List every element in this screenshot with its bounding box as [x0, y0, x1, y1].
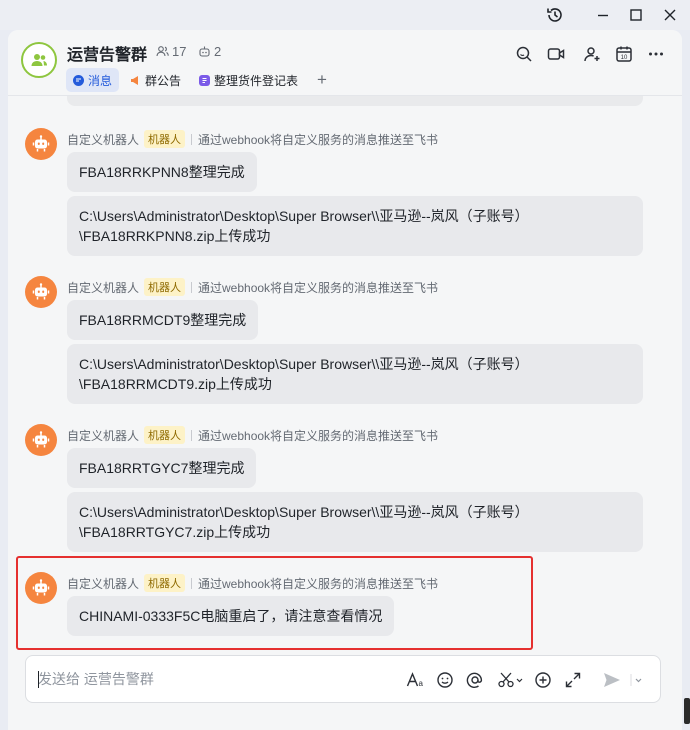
member-icon — [156, 46, 169, 57]
robot-icon — [32, 283, 50, 300]
message-header: 自定义机器人 机器人 通过webhook将自定义服务的消息推送至飞书 — [67, 278, 438, 296]
bot-description: 通过webhook将自定义服务的消息推送至飞书 — [198, 132, 439, 147]
message-bubble[interactable]: FBA18RRTGYC7整理完成 — [67, 448, 257, 488]
window-titlebar — [0, 0, 690, 30]
bot-avatar[interactable] — [25, 128, 57, 160]
send-icon[interactable] — [600, 668, 624, 692]
mention-icon[interactable] — [463, 668, 487, 692]
minimize-icon[interactable] — [590, 3, 616, 27]
add-member-icon[interactable] — [580, 42, 604, 66]
bot-avatar[interactable] — [25, 276, 57, 308]
bot-avatar[interactable] — [25, 424, 57, 456]
message-bubble[interactable]: C:\Users\Administrator\Desktop\Super Bro… — [67, 344, 643, 404]
message-composer: a — [25, 655, 661, 703]
highlight-box — [16, 556, 533, 650]
chat-header: 运营告警群 17 2 10 消息 群公告 整理货件登记表 + — [8, 30, 682, 96]
close-icon[interactable] — [657, 3, 683, 27]
bot-count-value: 2 — [214, 44, 222, 59]
add-icon[interactable] — [531, 668, 555, 692]
message-header: 自定义机器人 机器人 通过webhook将自定义服务的消息推送至飞书 — [67, 130, 438, 148]
chat-panel: 运营告警群 17 2 10 消息 群公告 整理货件登记表 + 自定义机器人 机器… — [8, 30, 682, 730]
maximize-icon[interactable] — [623, 3, 649, 27]
search-icon[interactable] — [512, 42, 536, 66]
tab-announcement[interactable]: 群公告 — [123, 68, 188, 92]
tab-label: 群公告 — [145, 73, 182, 88]
message-bubble[interactable]: C:\Users\Administrator\Desktop\Super Bro… — [67, 492, 643, 552]
chat-tabs: 消息 群公告 整理货件登记表 + — [66, 68, 335, 92]
robot-icon — [199, 46, 210, 57]
font-icon[interactable]: a — [404, 668, 428, 692]
calendar-icon[interactable]: 10 — [612, 42, 636, 66]
separator — [191, 133, 193, 145]
screenshot-icon[interactable] — [495, 668, 527, 692]
bot-description: 通过webhook将自定义服务的消息推送至飞书 — [198, 280, 439, 295]
member-count[interactable]: 17 — [156, 44, 186, 59]
separator — [191, 429, 193, 441]
history-icon[interactable] — [542, 3, 568, 27]
doc-icon — [199, 74, 211, 86]
chevron-down-icon[interactable] — [626, 668, 648, 692]
tab-label: 整理货件登记表 — [214, 73, 299, 88]
message-bubble[interactable]: FBA18RRMCDT9整理完成 — [67, 300, 259, 340]
robot-icon — [32, 431, 50, 448]
expand-icon[interactable] — [561, 668, 585, 692]
robot-icon — [32, 135, 50, 152]
bot-tag: 机器人 — [144, 426, 186, 444]
message-bubble[interactable]: C:\Users\Administrator\Desktop\Super Bro… — [67, 196, 643, 256]
tab-shipment-sheet[interactable]: 整理货件登记表 — [192, 68, 305, 92]
tab-messages[interactable]: 消息 — [66, 68, 120, 92]
tab-label: 消息 — [88, 73, 113, 88]
separator — [191, 281, 193, 293]
text-cursor — [38, 671, 39, 688]
member-count-value: 17 — [172, 44, 187, 59]
group-name[interactable]: 运营告警群 — [67, 41, 147, 65]
bot-description: 通过webhook将自定义服务的消息推送至飞书 — [198, 428, 439, 443]
bot-count[interactable]: 2 — [198, 44, 221, 59]
add-tab-button[interactable]: + — [309, 70, 335, 90]
previous-message-bubble — [67, 96, 643, 106]
bot-tag: 机器人 — [144, 278, 186, 296]
svg-text:a: a — [419, 679, 424, 688]
group-avatar[interactable] — [21, 42, 57, 78]
message-bubble[interactable]: FBA18RRKPNN8整理完成 — [67, 152, 257, 192]
svg-text:10: 10 — [621, 55, 628, 61]
message-icon — [73, 74, 84, 86]
message-list[interactable]: 自定义机器人 机器人 通过webhook将自定义服务的消息推送至飞书 FBA18… — [8, 96, 682, 654]
megaphone-icon — [130, 75, 141, 86]
video-icon[interactable] — [544, 42, 568, 66]
more-icon[interactable] — [644, 42, 668, 66]
group-icon — [31, 54, 47, 66]
message-header: 自定义机器人 机器人 通过webhook将自定义服务的消息推送至飞书 — [67, 426, 438, 444]
message-input[interactable] — [38, 656, 398, 702]
sender-name[interactable]: 自定义机器人 — [67, 427, 139, 444]
emoji-icon[interactable] — [433, 668, 457, 692]
scrollbar-thumb[interactable] — [684, 698, 690, 724]
bot-tag: 机器人 — [144, 130, 186, 148]
sender-name[interactable]: 自定义机器人 — [67, 131, 139, 148]
sender-name[interactable]: 自定义机器人 — [67, 279, 139, 296]
